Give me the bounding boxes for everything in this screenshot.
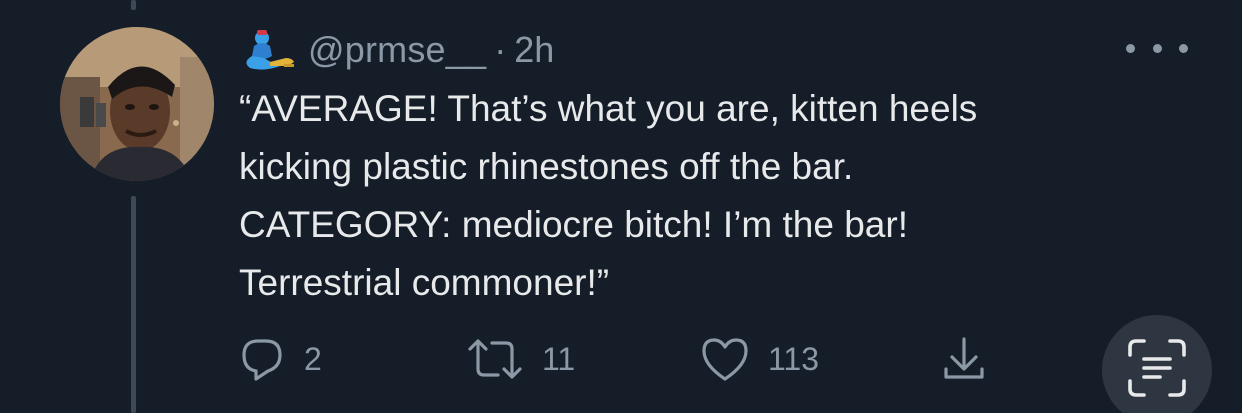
more-icon[interactable] [1126,36,1188,60]
user-handle[interactable]: @prmse__ [308,29,486,71]
reply-count: 2 [304,340,322,377]
thread-line-top [131,0,136,10]
more-dot [1152,43,1162,53]
heart-icon [700,335,750,383]
reply-button[interactable]: 2 [238,334,322,384]
like-count: 113 [768,340,820,377]
share-icon [942,335,986,383]
avatar[interactable] [60,27,214,181]
timestamp[interactable]: 2h [514,29,554,71]
retweet-count: 11 [542,340,576,377]
tweet-header: @prmse__ · 2h [240,28,554,72]
genie-icon [240,28,300,72]
tweet[interactable]: @prmse__ · 2h “AVERAGE! That’s what you … [0,0,1242,413]
tweet-actions: 2 11 113 [0,334,1242,384]
tweet-text-line: Terrestrial commoner!” [239,262,610,303]
more-dot [1126,43,1135,53]
text-scan-icon [1126,337,1188,404]
more-dot [1179,43,1188,53]
tweet-text-line: kicking plastic rhinestones off the bar. [239,146,854,187]
tweet-text: “AVERAGE! That’s what you are, kitten he… [239,80,1219,312]
retweet-button[interactable]: 11 [466,334,575,384]
tweet-text-line: “AVERAGE! That’s what you are, kitten he… [239,88,978,129]
separator-dot: · [494,29,507,70]
retweet-icon [466,335,524,383]
share-button[interactable] [942,334,986,384]
text-scan-button[interactable] [1102,315,1212,413]
like-button[interactable]: 113 [700,334,819,384]
tweet-text-line: CATEGORY: mediocre bitch! I’m the bar! [239,204,908,245]
reply-icon [238,335,286,383]
